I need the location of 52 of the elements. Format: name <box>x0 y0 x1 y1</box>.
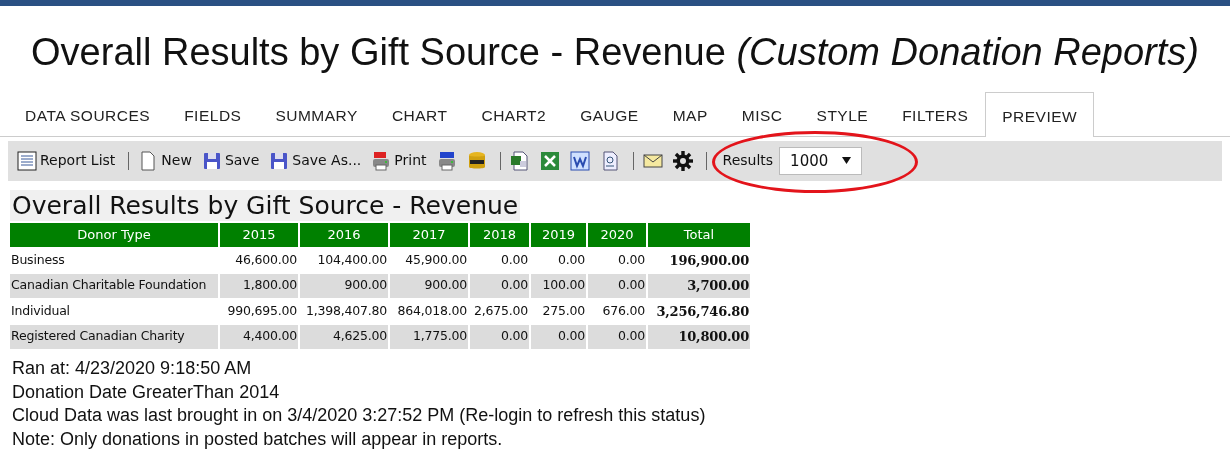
column-header: 2016 <box>299 222 389 248</box>
database-icon <box>466 150 487 171</box>
tab[interactable]: SUMMARY <box>258 91 375 137</box>
caret-icon <box>842 157 852 165</box>
printer-icon <box>371 150 392 171</box>
table-cell: Registered Canadian Charity <box>9 324 219 350</box>
note-text: Cloud Data was last brought in on 3/4/2020 3:27:52 PM (Re-login to refresh this status) <box>12 404 707 428</box>
document-icon <box>569 150 590 171</box>
column-header: 2019 <box>530 222 587 248</box>
toolbar-button[interactable]: Save As... <box>266 150 365 172</box>
toolbar-button[interactable]: Print <box>368 150 430 172</box>
page-title: Overall Results by Gift Source - Revenue (Custom Donation Reports) <box>30 30 1200 75</box>
tab[interactable]: PREVIEW <box>985 91 1095 137</box>
table-cell: 1,800.00 <box>219 273 299 299</box>
floppy-icon <box>269 150 290 171</box>
toolbar-button[interactable]: New <box>135 150 195 172</box>
table-cell: 900.00 <box>299 273 389 299</box>
tab[interactable]: FILTERS <box>885 91 986 137</box>
toolbar-button[interactable]: Report List <box>14 150 119 172</box>
tab[interactable]: MAP <box>655 91 725 137</box>
column-header: Donor Type <box>9 222 219 248</box>
table-cell: 4,625.00 <box>299 324 389 350</box>
list-icon <box>17 150 37 171</box>
table-cell: Canadian Charitable Foundation <box>9 273 219 299</box>
note-text: Ran at: 4/23/2020 9:18:50 AM <box>12 356 253 380</box>
table-cell: 4,400.00 <box>219 324 299 350</box>
table-cell: 3,700.00 <box>647 273 751 299</box>
column-header: 2020 <box>587 222 647 248</box>
spreadsheet-icon <box>509 150 530 171</box>
tab[interactable]: STYLE <box>799 91 886 137</box>
column-header: 2015 <box>219 222 299 248</box>
tab[interactable]: CHART <box>374 91 465 137</box>
tab[interactable]: DATA SOURCES <box>8 91 168 137</box>
tab[interactable]: FIELDS <box>167 91 259 137</box>
printer-icon <box>436 150 457 171</box>
toolbar-button[interactable]: Save <box>198 150 263 172</box>
table-cell: 10,800.00 <box>647 324 751 350</box>
tab[interactable]: GAUGE <box>563 91 656 137</box>
table-cell: 1,775.00 <box>389 324 469 350</box>
results-label: Results <box>722 151 774 171</box>
note-text: Donation Date GreaterThan 2014 <box>12 380 281 404</box>
floppy-icon <box>201 150 222 171</box>
table-cell: 900.00 <box>389 273 469 299</box>
column-header: Total <box>647 222 751 248</box>
note-text: Note: Only donations in posted batches will appear in reports. <box>12 428 504 452</box>
spreadsheet-icon <box>539 150 560 171</box>
column-header: 2017 <box>389 222 469 248</box>
tab[interactable]: CHART2 <box>464 91 564 137</box>
results-dropdown[interactable]: 1000 <box>779 146 863 176</box>
column-header: 2018 <box>469 222 530 248</box>
tab[interactable]: MISC <box>724 91 800 137</box>
report-title: Overall Results by Gift Source - Revenue <box>10 189 521 222</box>
